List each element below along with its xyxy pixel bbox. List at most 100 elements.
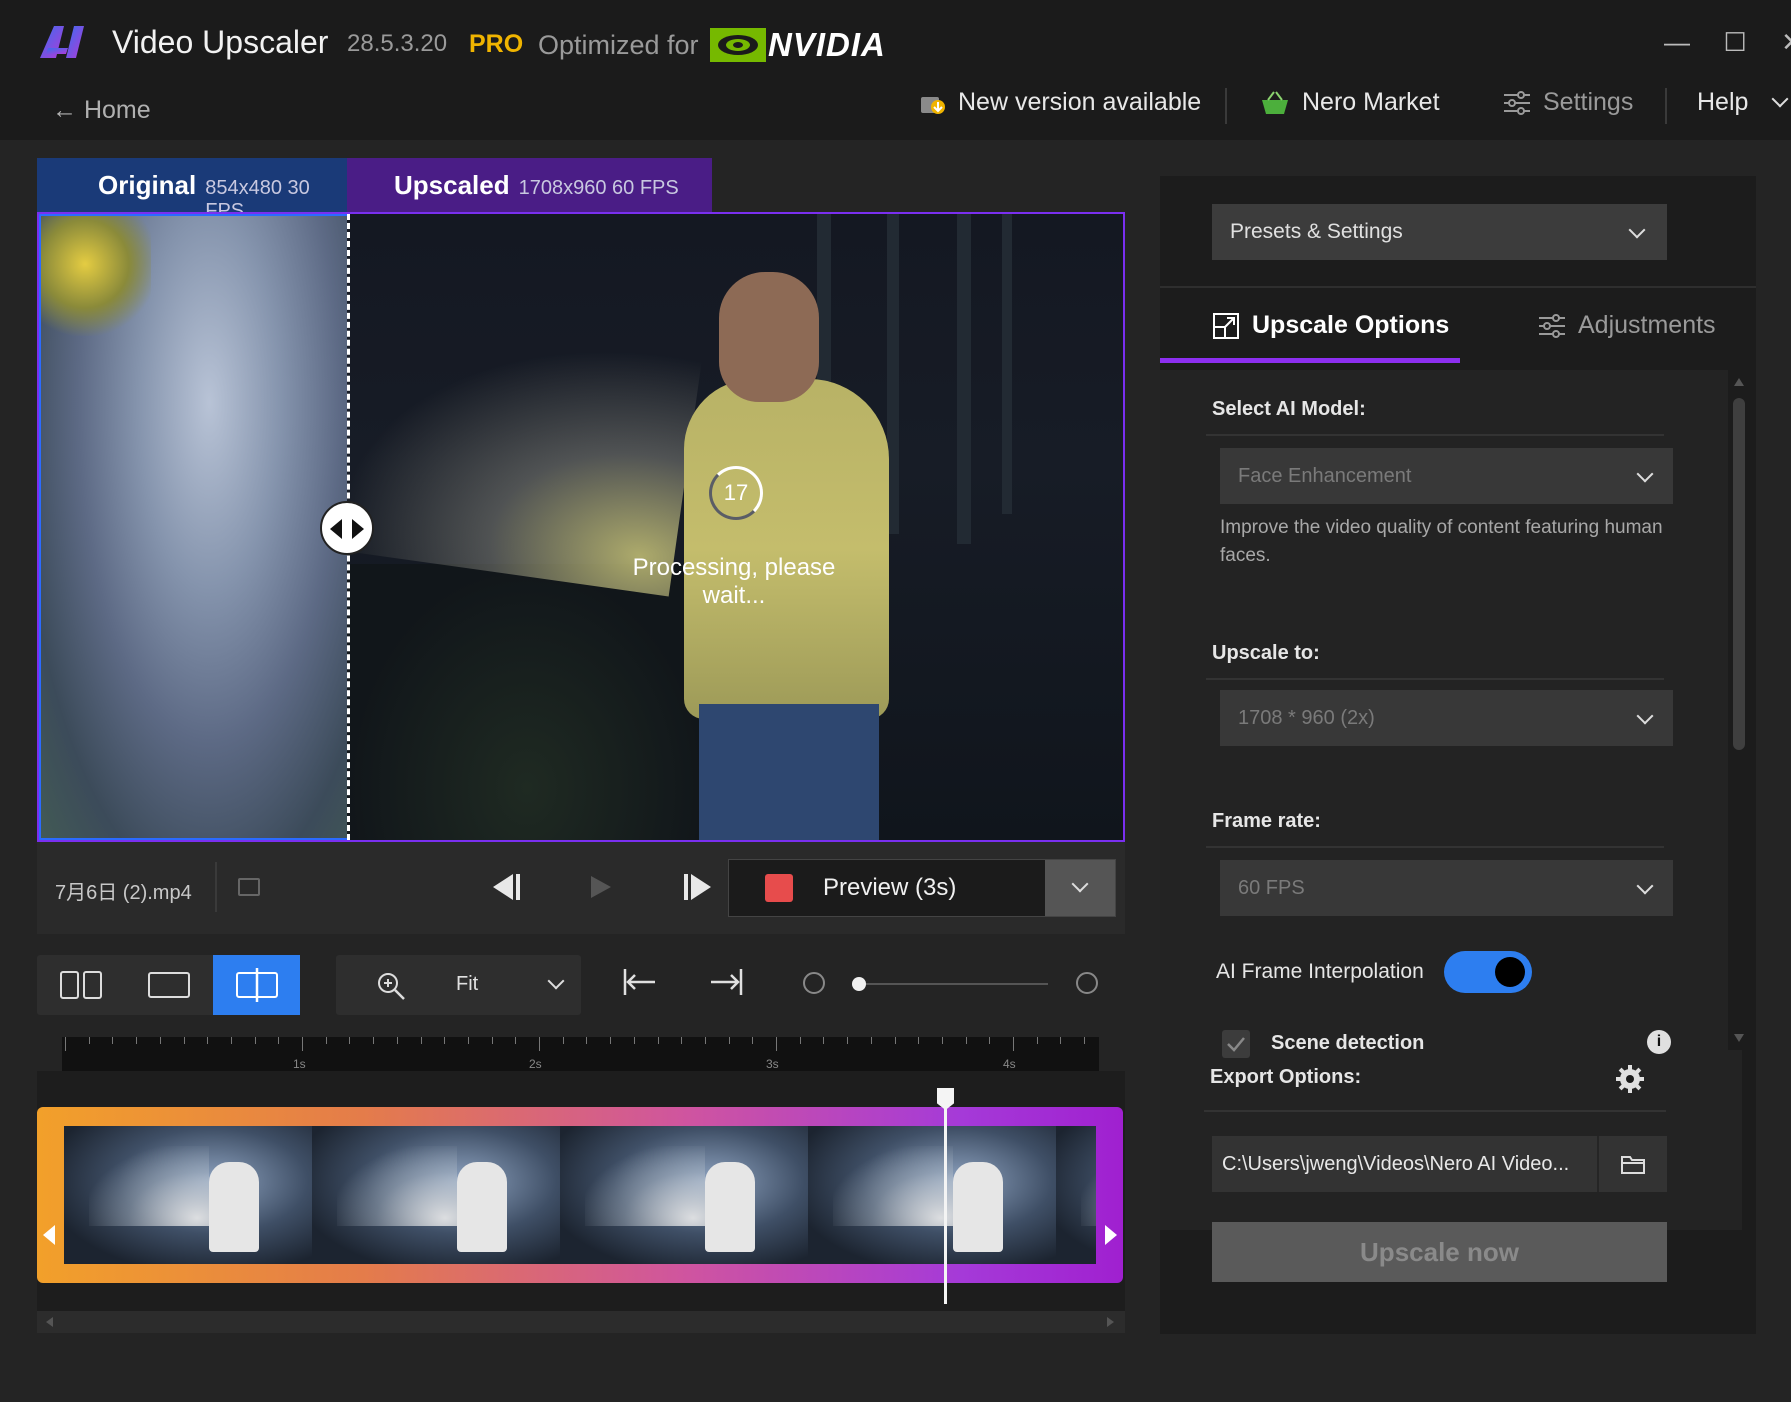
settings-link[interactable]: Settings [1503, 88, 1633, 117]
ruler-tick [467, 1037, 469, 1044]
ai-model-dropdown[interactable]: Face Enhancement [1220, 448, 1673, 504]
ruler-tick [88, 1037, 90, 1044]
ruler-tick [373, 1037, 375, 1044]
video-preview: 17 Processing, please wait... [37, 212, 1125, 842]
zoom-dropdown[interactable]: Fit [336, 955, 581, 1015]
close-button[interactable]: ✕ [1770, 20, 1791, 64]
scroll-right-icon[interactable] [1105, 1317, 1115, 1327]
ruler-tick [823, 1037, 825, 1044]
tab-original-label: Original [98, 170, 197, 200]
help-menu[interactable]: Help [1697, 88, 1789, 117]
tab-upscaled[interactable]: Upscaled 1708x960 60 FPS [347, 158, 712, 212]
split-view-button[interactable] [213, 955, 300, 1015]
ruler-tick [1013, 1037, 1014, 1051]
ruler-tick [254, 1037, 256, 1044]
side-by-side-view-button[interactable] [37, 955, 124, 1015]
ruler-tick [1060, 1037, 1062, 1044]
home-link[interactable]: ← Home [52, 96, 151, 125]
previous-frame-button[interactable] [489, 870, 523, 904]
original-frame [39, 214, 347, 840]
ruler-tick [1036, 1037, 1038, 1044]
preview-button[interactable]: Preview (3s) [728, 859, 1116, 917]
ai-model-value: Face Enhancement [1238, 464, 1412, 487]
jump-to-start-button[interactable] [622, 965, 658, 999]
clip-thumbnail [560, 1126, 808, 1264]
export-path-field[interactable]: C:\Users\jweng\Videos\Nero AI Video... [1212, 1136, 1667, 1192]
tab-upscale-options[interactable]: Upscale Options [1212, 311, 1449, 340]
next-frame-button[interactable] [681, 870, 715, 904]
compare-divider-handle[interactable] [320, 501, 374, 555]
single-view-icon [147, 972, 190, 998]
chevron-down-icon [1636, 877, 1654, 895]
minimize-button[interactable]: — [1655, 20, 1699, 64]
zoom-in-icon[interactable] [1076, 972, 1098, 994]
ruler-tick [65, 1037, 66, 1051]
tab-upscaled-info: 1708x960 60 FPS [518, 177, 679, 199]
upscale-to-label: Upscale to: [1212, 642, 1320, 664]
timeline-track[interactable] [37, 1071, 1125, 1311]
nvidia-eye-icon [710, 28, 766, 62]
settings-label: Settings [1543, 88, 1634, 116]
tab-upscaled-label: Upscaled [394, 170, 510, 200]
ruler-tick [799, 1037, 801, 1044]
chevron-down-icon [547, 972, 565, 990]
ai-model-description: Improve the video quality of content fea… [1220, 517, 1663, 566]
tab-adjustments[interactable]: Adjustments [1538, 311, 1716, 340]
sliders-icon [1539, 313, 1565, 338]
ruler-tick [847, 1037, 849, 1044]
view-mode-group [37, 955, 300, 1015]
timeline-zoom-slider-thumb[interactable] [852, 977, 866, 991]
frame-rate-label: Frame rate: [1212, 810, 1321, 832]
nero-market-link[interactable]: Nero Market [1260, 88, 1440, 117]
maximize-button[interactable]: ☐ [1713, 20, 1757, 64]
trim-right-handle-icon[interactable] [1105, 1225, 1117, 1245]
scroll-left-icon[interactable] [45, 1317, 55, 1327]
playback-bar: 7月6日 (2).mp4 Preview (3s) [37, 842, 1125, 934]
chevron-down-icon [1771, 90, 1789, 107]
presets-dropdown[interactable]: Presets & Settings [1212, 204, 1667, 260]
separator [215, 862, 217, 912]
info-icon[interactable]: i [1647, 1030, 1671, 1054]
scroll-down-icon[interactable] [1734, 1034, 1744, 1042]
jump-to-end-button[interactable] [708, 965, 744, 999]
ruler-tick [965, 1037, 967, 1044]
scene-detection-checkbox[interactable] [1222, 1030, 1250, 1058]
ruler-tick [610, 1037, 612, 1044]
timeline-zoom-slider[interactable] [858, 983, 1048, 985]
browse-folder-button[interactable] [1597, 1136, 1667, 1192]
single-view-button[interactable] [125, 955, 212, 1015]
new-version-link[interactable]: New version available [918, 88, 1201, 117]
preview-dropdown[interactable] [1045, 860, 1115, 916]
side-by-side-icon [59, 971, 102, 999]
frame-rate-value: 60 FPS [1238, 876, 1305, 899]
person-jeans [699, 704, 879, 840]
title-bar: Video Upscaler 28.5.3.20 PRO Optimized f… [0, 0, 1791, 140]
open-folder-icon[interactable] [238, 878, 260, 896]
ruler-tick [302, 1037, 303, 1051]
update-icon [921, 96, 945, 114]
play-button[interactable] [585, 870, 615, 904]
ruler-tick [657, 1037, 659, 1044]
upscale-now-button[interactable]: Upscale now [1212, 1222, 1667, 1282]
trim-left-handle-icon[interactable] [43, 1225, 55, 1245]
new-version-label: New version available [958, 88, 1202, 116]
gear-icon[interactable] [1615, 1064, 1645, 1094]
frame-rate-dropdown[interactable]: 60 FPS [1220, 860, 1673, 916]
ruler-tick [420, 1037, 422, 1044]
playhead[interactable] [944, 1092, 947, 1304]
file-name: 7月6日 (2).mp4 [55, 882, 192, 904]
upscale-to-dropdown[interactable]: 1708 * 960 (2x) [1220, 690, 1673, 746]
ai-frame-interpolation-toggle[interactable] [1444, 951, 1532, 993]
scroll-up-icon[interactable] [1734, 378, 1744, 386]
clip-thumbnail [312, 1126, 560, 1264]
folder-icon [1621, 1156, 1645, 1174]
zoom-out-icon[interactable] [803, 972, 825, 994]
record-icon [765, 874, 793, 902]
tab-original[interactable]: Original 854x480 30 FPS [37, 158, 347, 222]
divider [1206, 678, 1664, 680]
scene-detection-label: Scene detection [1271, 1032, 1425, 1054]
timeline-scrollbar[interactable] [37, 1311, 1125, 1333]
clip-thumbnail [1056, 1126, 1096, 1264]
person-shirt [684, 379, 889, 719]
options-scrollbar-thumb[interactable] [1733, 398, 1745, 750]
